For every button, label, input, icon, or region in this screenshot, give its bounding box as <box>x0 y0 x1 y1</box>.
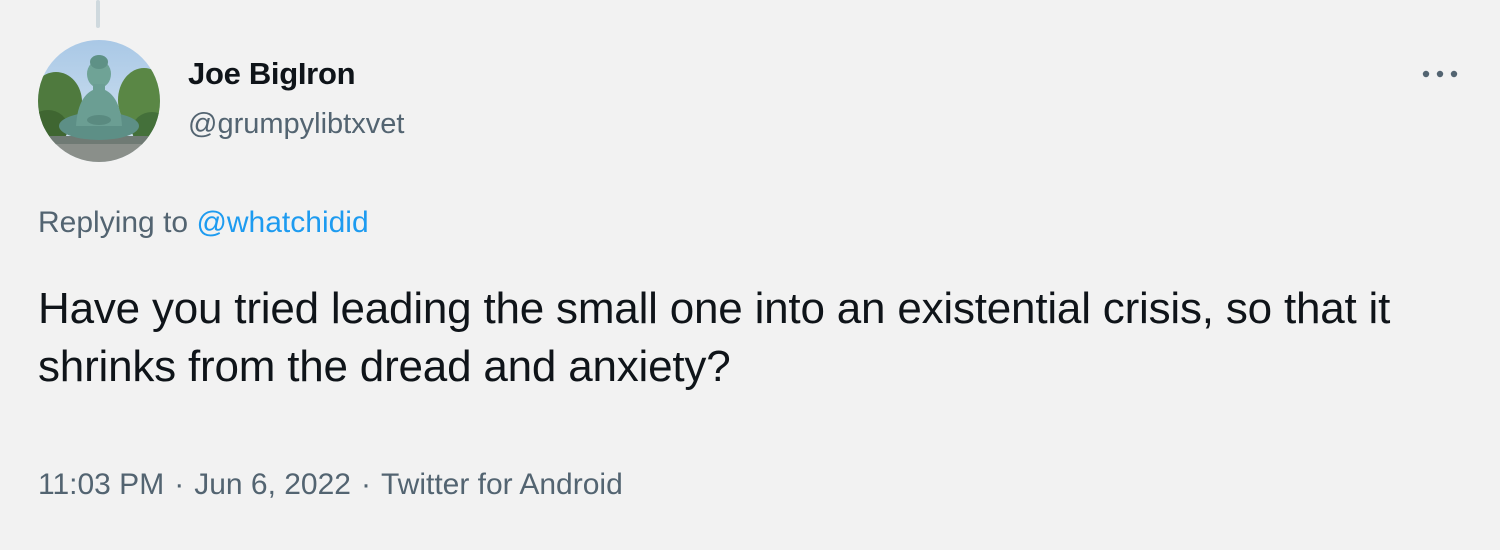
author-display-name[interactable]: Joe BigIron <box>188 56 356 92</box>
avatar[interactable] <box>38 40 160 162</box>
meta-separator: · <box>360 468 371 501</box>
author-handle[interactable]: @grumpylibtxvet <box>188 108 404 141</box>
reply-context-prefix: Replying to <box>38 206 189 239</box>
tweet-meta: 11:03 PM · Jun 6, 2022 · Twitter for Android <box>38 468 623 502</box>
thread-connector-line <box>96 0 100 28</box>
more-horizontal-icon <box>1422 70 1458 78</box>
tweet-text: Have you tried leading the small one int… <box>38 284 1391 391</box>
more-options-button[interactable] <box>1416 56 1464 92</box>
meta-separator: · <box>174 468 185 501</box>
buddha-statue-avatar-image <box>38 40 160 162</box>
tweet-source[interactable]: Twitter for Android <box>381 468 623 501</box>
tweet-date[interactable]: Jun 6, 2022 <box>194 468 351 501</box>
reply-mention-link[interactable]: @whatchidid <box>196 206 368 239</box>
tweet-time[interactable]: 11:03 PM <box>38 468 164 501</box>
reply-context: Replying to @whatchidid <box>38 206 369 240</box>
